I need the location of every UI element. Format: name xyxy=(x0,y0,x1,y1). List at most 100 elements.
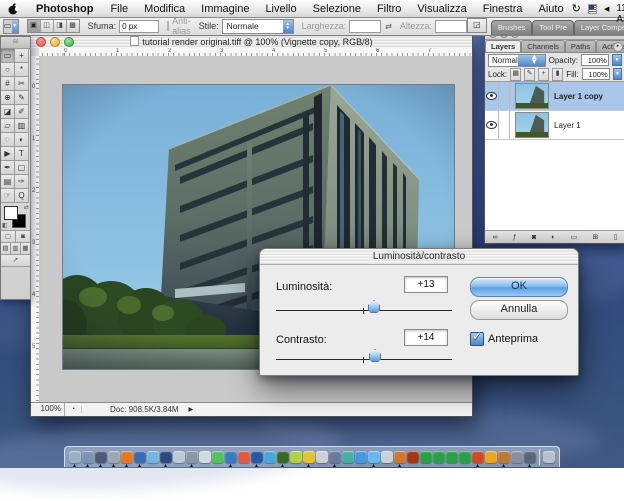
dock-app-icon[interactable] xyxy=(225,451,237,463)
dock-app-icon[interactable] xyxy=(394,451,406,463)
tool-slice[interactable]: ✂ xyxy=(15,77,29,91)
dock-app-icon[interactable] xyxy=(121,451,133,463)
opacity-arrow-icon[interactable]: ▼ xyxy=(612,54,622,66)
dock-app-icon[interactable] xyxy=(498,451,510,463)
dock-app-icon[interactable] xyxy=(69,451,81,463)
menu-aiuto[interactable]: Aiuto xyxy=(530,1,571,17)
tool-move[interactable]: + xyxy=(15,49,29,63)
tool-history-brush[interactable]: ✐ xyxy=(15,105,29,119)
palette-well-tab-brushes[interactable]: Brushes xyxy=(491,20,533,35)
dock-app-icon[interactable] xyxy=(433,451,445,463)
layer-thumbnail[interactable] xyxy=(515,83,549,109)
foreground-color-swatch[interactable] xyxy=(4,206,18,220)
tool-notes[interactable]: ▤ xyxy=(1,175,15,189)
menu-clock[interactable]: Fri 11:42 AM xyxy=(616,0,624,25)
menu-finestra[interactable]: Finestra xyxy=(475,1,531,17)
mode-new-selection-button[interactable]: ▣ xyxy=(28,20,41,32)
layer-row-layer-1-copy[interactable]: Layer 1 copy xyxy=(485,82,624,111)
dock-app-icon[interactable] xyxy=(446,451,458,463)
tool-crop[interactable]: # xyxy=(1,77,15,91)
menu-livello[interactable]: Livello xyxy=(257,1,304,17)
contrast-slider-thumb[interactable] xyxy=(369,349,381,362)
dock-app-icon[interactable] xyxy=(329,451,341,463)
dock-app-icon[interactable] xyxy=(108,451,120,463)
visibility-cell[interactable] xyxy=(485,82,499,110)
layer-name[interactable]: Layer 1 copy xyxy=(554,92,603,101)
tool-dodge[interactable]: ◐ xyxy=(15,133,29,147)
mode-subtract-selection-button[interactable]: ◨ xyxy=(54,20,67,32)
contrast-value-field[interactable] xyxy=(404,329,448,346)
dock-app-icon[interactable] xyxy=(199,451,211,463)
menu-file[interactable]: File xyxy=(102,1,136,17)
tool-zoom[interactable]: Q xyxy=(15,189,29,203)
tool-shape[interactable]: ▢ xyxy=(15,161,29,175)
tool-blur[interactable]: ◌ xyxy=(1,133,15,147)
mode-intersect-selection-button[interactable]: ▩ xyxy=(67,20,79,32)
tool-lasso[interactable]: ○ xyxy=(1,63,15,77)
feather-input[interactable] xyxy=(119,20,159,33)
lock-all-button[interactable]: ▮ xyxy=(552,68,563,81)
mode-add-selection-button[interactable]: ◫ xyxy=(41,20,54,32)
antialias-checkbox[interactable] xyxy=(167,21,169,31)
palette-menu-icon[interactable]: ▸ xyxy=(613,42,623,52)
current-tool-button[interactable]: ▭ ▼ xyxy=(3,19,19,34)
delete-layer-icon[interactable]: ▯ xyxy=(613,233,617,241)
dock-app-icon[interactable] xyxy=(355,451,367,463)
tool-path-selection[interactable]: ▶ xyxy=(1,147,15,161)
brightness-slider-thumb[interactable] xyxy=(368,300,380,313)
tool-clone-stamp[interactable]: ◪ xyxy=(1,105,15,119)
tool-hand[interactable]: ☞ xyxy=(1,189,15,203)
height-input[interactable] xyxy=(435,20,467,33)
file-browser-button[interactable]: ◲ xyxy=(467,18,487,33)
layer-name[interactable]: Layer 1 xyxy=(554,121,581,130)
dock-app-icon[interactable] xyxy=(238,451,250,463)
menu-immagine[interactable]: Immagine xyxy=(193,1,257,17)
style-select[interactable]: Normale ▲▼ xyxy=(222,19,294,34)
layer-style-icon[interactable]: ƒ xyxy=(513,234,517,241)
dock-app-icon[interactable] xyxy=(212,451,224,463)
tab-channels[interactable]: Channels xyxy=(521,40,565,52)
menu-modifica[interactable]: Modifica xyxy=(136,1,193,17)
tool-rectangular-marquee[interactable]: ▭ xyxy=(1,49,15,63)
dock-app-icon[interactable] xyxy=(381,451,393,463)
lock-transparency-button[interactable]: ▦ xyxy=(510,68,521,81)
ok-button[interactable]: OK xyxy=(470,277,568,297)
blend-mode-select[interactable]: Normal ▲▼ xyxy=(488,54,546,67)
swap-dimensions-icon[interactable]: ⇄ xyxy=(385,22,392,31)
standard-mode-button[interactable]: ▢ xyxy=(1,231,16,242)
dock-app-icon[interactable] xyxy=(147,451,159,463)
dock-app-icon[interactable] xyxy=(290,451,302,463)
cancel-button[interactable]: Annulla xyxy=(470,300,568,320)
lock-pixels-button[interactable]: ✎ xyxy=(524,68,535,81)
dock-app-icon[interactable] xyxy=(134,451,146,463)
preview-checkbox[interactable] xyxy=(470,332,484,346)
fullscreen-button[interactable]: ▦ xyxy=(21,243,30,254)
document-titlebar[interactable]: tutorial render original.tiff @ 100% (Vi… xyxy=(31,35,472,49)
dock-app-icon[interactable] xyxy=(524,451,536,463)
swap-colors-icon[interactable]: ⇄ xyxy=(24,204,29,211)
brightness-slider-track[interactable] xyxy=(276,310,452,311)
link-cell[interactable] xyxy=(499,82,510,110)
dock-app-icon[interactable] xyxy=(368,451,380,463)
menu-selezione[interactable]: Selezione xyxy=(305,1,369,17)
visibility-cell[interactable] xyxy=(485,111,499,139)
tool-gradient[interactable]: ▥ xyxy=(15,119,29,133)
trash-icon[interactable] xyxy=(543,451,555,463)
zoom-level-field[interactable]: 100% xyxy=(31,403,65,416)
dock-app-icon[interactable] xyxy=(407,451,419,463)
sync-icon[interactable]: ↻ xyxy=(572,2,581,15)
default-colors-icon[interactable]: ◧ xyxy=(2,222,8,229)
volume-icon[interactable]: ◀ xyxy=(604,5,609,13)
link-layers-icon[interactable]: ∞ xyxy=(493,234,498,241)
tool-eyedropper[interactable]: ✑ xyxy=(15,175,29,189)
dialog-title[interactable]: Luminosità/contrasto xyxy=(260,249,578,265)
brightness-value-field[interactable] xyxy=(404,276,448,293)
standard-screen-button[interactable]: ▤ xyxy=(1,243,11,254)
layer-group-icon[interactable]: ▭ xyxy=(571,233,578,241)
fill-arrow-icon[interactable]: ▼ xyxy=(613,68,622,80)
status-menu-arrow-icon[interactable]: ▶ xyxy=(188,406,193,413)
dock-app-icon[interactable] xyxy=(173,451,185,463)
tab-paths[interactable]: Paths xyxy=(565,40,596,52)
dock-app-icon[interactable] xyxy=(303,451,315,463)
dock-app-icon[interactable] xyxy=(342,451,354,463)
